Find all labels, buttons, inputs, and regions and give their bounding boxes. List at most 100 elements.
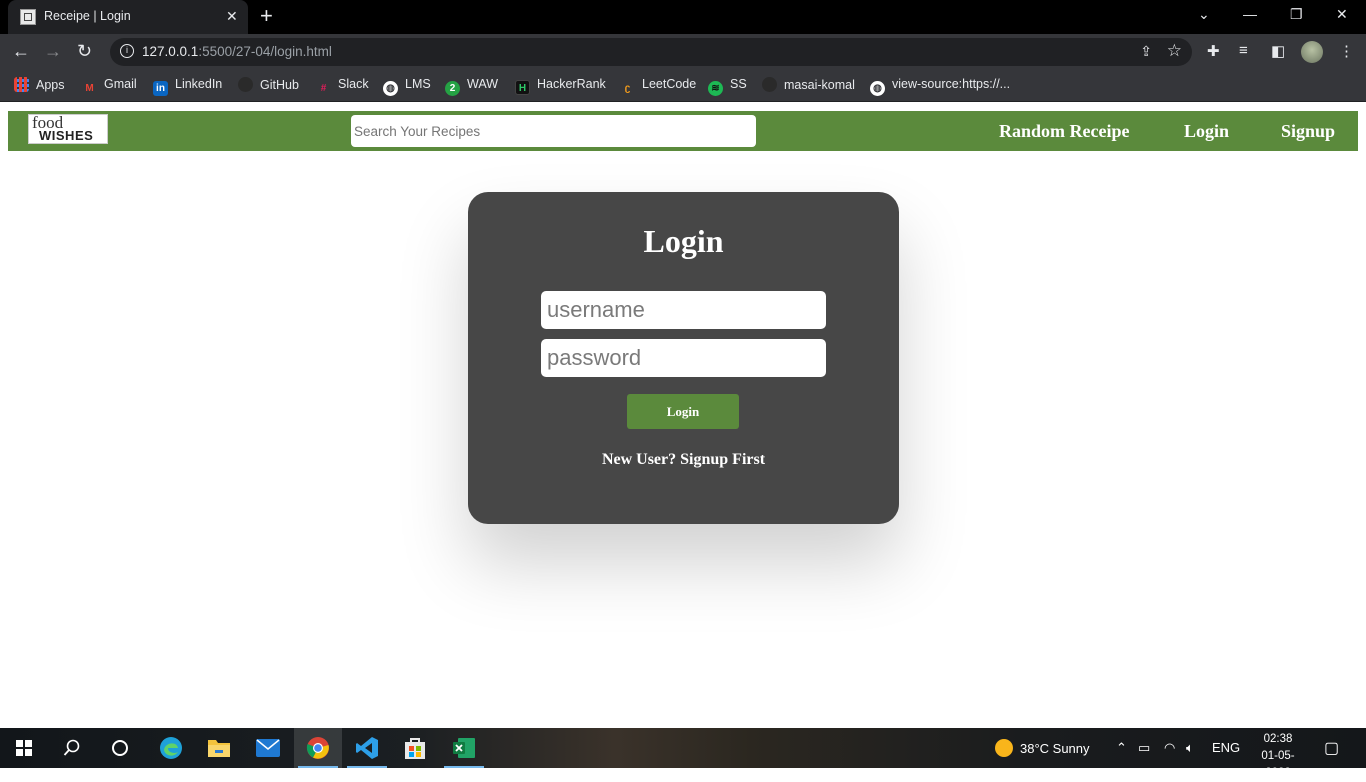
leetcode-icon: ʗ bbox=[624, 83, 631, 94]
gmail-icon: M bbox=[85, 83, 94, 94]
bookmark-label: SS bbox=[730, 77, 747, 91]
edge-taskbar-button[interactable] bbox=[147, 728, 195, 768]
food-wishes-logo[interactable]: food WISHES bbox=[28, 113, 108, 144]
minimize-button[interactable]: — bbox=[1243, 6, 1257, 22]
extensions-icon[interactable]: ✚ bbox=[1207, 42, 1220, 60]
tab-search-icon[interactable]: ⌄ bbox=[1198, 6, 1210, 23]
bookmark-gmail[interactable]: M Gmail bbox=[82, 77, 137, 96]
new-tab-button[interactable]: + bbox=[260, 5, 273, 27]
nav-login[interactable]: Login bbox=[1184, 121, 1229, 142]
weather-widget[interactable]: 38°C Sunny bbox=[994, 738, 1090, 758]
reload-icon[interactable]: ↻ bbox=[77, 41, 92, 61]
url-text[interactable]: 127.0.0.1:5500/27-04/login.html bbox=[142, 44, 332, 59]
clock[interactable]: 02:38 01-05-2022 bbox=[1250, 731, 1306, 782]
bookmark-view-source[interactable]: ◍ view-source:https://... bbox=[870, 77, 1010, 96]
nav-signup[interactable]: Signup bbox=[1281, 121, 1335, 142]
restore-button[interactable]: ❐ bbox=[1290, 6, 1303, 23]
notifications-icon[interactable]: ▢ bbox=[1324, 738, 1339, 758]
bookmark-waw[interactable]: 2 WAW bbox=[445, 77, 498, 96]
username-input[interactable] bbox=[541, 291, 826, 329]
signup-link[interactable]: New User? Signup First bbox=[468, 451, 899, 469]
browser-tab[interactable]: Receipe | Login ✕ bbox=[8, 0, 248, 34]
globe-icon: ◍ bbox=[383, 81, 398, 96]
cortana-circle-icon bbox=[112, 740, 128, 756]
search-button[interactable] bbox=[48, 728, 96, 768]
clock-date: 01-05-2022 bbox=[1261, 750, 1295, 779]
bookmarks-bar: Apps M Gmail in LinkedIn GitHub # Slack ◍ LM… bbox=[0, 70, 1366, 102]
windows-taskbar: 38°C Sunny ⌃ ▭ ◠ 🔈︎ ENG 02:38 01-05-2022… bbox=[0, 728, 1366, 779]
tab-title: Receipe | Login bbox=[44, 9, 131, 23]
edge-icon bbox=[160, 737, 182, 759]
media-control-icon[interactable]: ≡ bbox=[1239, 42, 1248, 59]
recipe-search-input[interactable] bbox=[351, 115, 756, 147]
cortana-button[interactable] bbox=[96, 728, 144, 768]
mail-icon bbox=[256, 739, 280, 757]
wifi-icon[interactable]: ◠ bbox=[1164, 740, 1175, 756]
bookmark-label: GitHub bbox=[260, 78, 299, 92]
apps-grid-icon bbox=[14, 77, 29, 92]
github-icon bbox=[762, 77, 777, 92]
search-icon bbox=[63, 739, 80, 756]
chrome-taskbar-button[interactable] bbox=[294, 728, 342, 768]
close-window-button[interactable]: ✕ bbox=[1336, 6, 1348, 23]
start-button[interactable] bbox=[0, 728, 48, 768]
folder-icon bbox=[208, 740, 230, 757]
login-heading: Login bbox=[643, 223, 724, 259]
volume-icon[interactable]: 🔈︎ bbox=[1186, 740, 1194, 756]
login-button[interactable]: Login bbox=[627, 394, 739, 429]
back-arrow-icon[interactable]: ← bbox=[12, 41, 30, 61]
linkedin-icon: in bbox=[153, 81, 168, 96]
hackerrank-icon: H bbox=[515, 80, 530, 95]
globe-icon: ◍ bbox=[870, 81, 885, 96]
vscode-taskbar-button[interactable] bbox=[343, 728, 391, 768]
menu-kebab-icon[interactable]: ⋮ bbox=[1339, 42, 1354, 60]
battery-icon[interactable]: ▭ bbox=[1138, 740, 1150, 756]
bookmark-label: LeetCode bbox=[642, 77, 697, 91]
side-panel-icon[interactable]: ◧ bbox=[1271, 42, 1285, 60]
url-path: :5500/27-04/login.html bbox=[198, 44, 332, 59]
bookmark-lms[interactable]: ◍ LMS bbox=[383, 77, 431, 96]
bookmark-label: Gmail bbox=[104, 77, 137, 91]
bookmark-ss[interactable]: ≋ SS bbox=[708, 77, 747, 96]
browser-tab-strip: Receipe | Login ✕ + ⌄ — ❐ ✕ bbox=[0, 0, 1366, 34]
bookmark-label: HackerRank bbox=[537, 77, 606, 91]
clock-time: 02:38 bbox=[1263, 733, 1293, 745]
bookmark-hackerrank[interactable]: H HackerRank bbox=[515, 77, 606, 95]
vscode-icon bbox=[356, 737, 378, 759]
chrome-icon bbox=[306, 737, 329, 759]
store-bag-icon bbox=[405, 738, 425, 759]
profile-avatar[interactable] bbox=[1301, 41, 1323, 63]
bookmark-apps[interactable]: Apps bbox=[14, 77, 65, 92]
weather-text: 38°C Sunny bbox=[1020, 741, 1090, 756]
site-info-icon[interactable]: i bbox=[120, 44, 134, 58]
windows-logo-icon bbox=[16, 740, 32, 756]
bookmark-slack[interactable]: # Slack bbox=[316, 77, 369, 96]
site-navbar: food WISHES Random Receipe Login Signup bbox=[8, 111, 1358, 151]
password-input[interactable] bbox=[541, 339, 826, 377]
page-content: food WISHES Random Receipe Login Signup … bbox=[0, 103, 1366, 728]
bookmark-leetcode[interactable]: ʗ LeetCode bbox=[620, 77, 697, 96]
bookmark-linkedin[interactable]: in LinkedIn bbox=[153, 77, 222, 96]
excel-taskbar-button[interactable] bbox=[440, 728, 488, 768]
spotify-icon: ≋ bbox=[708, 81, 723, 96]
store-taskbar-button[interactable] bbox=[391, 728, 439, 768]
tab-close-icon[interactable]: ✕ bbox=[226, 8, 238, 25]
language-indicator[interactable]: ENG bbox=[1212, 740, 1240, 755]
logo-text-wishes: WISHES bbox=[39, 128, 94, 143]
address-bar[interactable]: i 127.0.0.1:5500/27-04/login.html ⇪ ☆ bbox=[110, 38, 1192, 66]
bookmark-masai-komal[interactable]: masai-komal bbox=[762, 77, 855, 92]
file-explorer-taskbar-button[interactable] bbox=[195, 728, 243, 768]
mail-taskbar-button[interactable] bbox=[244, 728, 292, 768]
bookmark-label: view-source:https://... bbox=[892, 77, 1011, 91]
share-icon[interactable]: ⇪ bbox=[1140, 43, 1152, 60]
excel-icon bbox=[453, 738, 475, 758]
browser-toolbar: ← → ↻ i 127.0.0.1:5500/27-04/login.html … bbox=[0, 34, 1366, 70]
login-card: Login Login New User? Signup First bbox=[468, 192, 899, 524]
bookmark-star-icon[interactable]: ☆ bbox=[1167, 41, 1182, 61]
show-hidden-icons-chevron-icon[interactable]: ⌃ bbox=[1116, 740, 1127, 756]
bookmark-label: WAW bbox=[467, 77, 499, 91]
waw-icon: 2 bbox=[445, 81, 460, 96]
forward-arrow-icon[interactable]: → bbox=[44, 41, 62, 61]
nav-random-receipe[interactable]: Random Receipe bbox=[999, 121, 1129, 142]
bookmark-github[interactable]: GitHub bbox=[238, 77, 299, 92]
